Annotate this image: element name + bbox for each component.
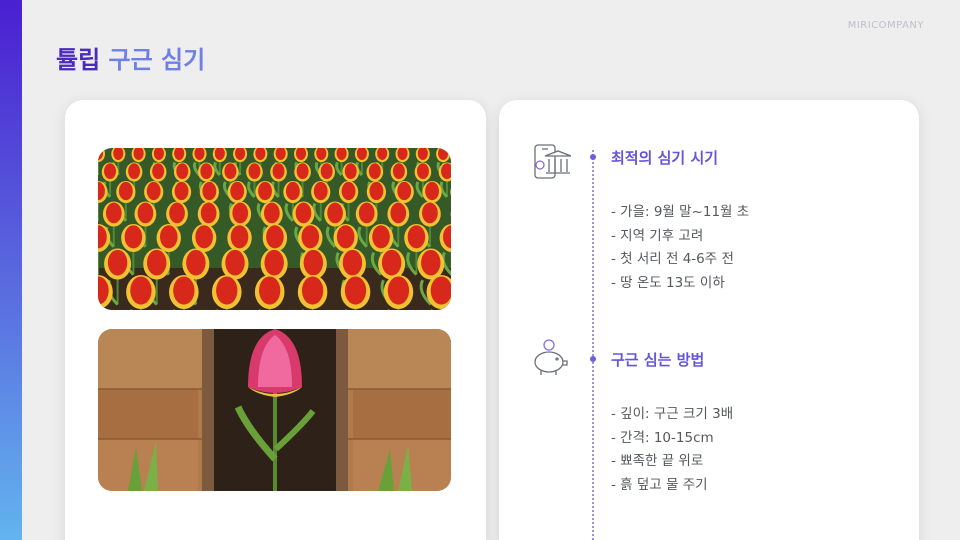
tulip-field-photo	[98, 148, 451, 310]
title-part-1: 튤립	[56, 46, 101, 74]
list-item: - 흙 덮고 물 주기	[611, 476, 708, 493]
list-item: - 첫 서리 전 4-6주 전	[611, 251, 734, 267]
piggy-bank-icon	[529, 337, 569, 377]
side-accent-bar	[0, 0, 22, 540]
image-card	[65, 100, 486, 540]
brand-label: MIRICOMPANY	[847, 20, 924, 31]
list-item: - 간격: 10-15cm	[611, 429, 714, 446]
slide-title: 튤립 구근 심기	[56, 40, 205, 75]
list-item: - 가을: 9월 말~11월 초	[611, 204, 750, 220]
list-item: - 뾰족한 끝 위로	[611, 453, 704, 469]
timeline-dot	[590, 154, 596, 160]
title-part-2: 구근 심기	[108, 46, 206, 74]
timing-list: - 가을: 9월 말~11월 초 - 지역 기후 고려 - 첫 서리 전 4-6…	[611, 201, 749, 295]
method-list: - 깊이: 구근 크기 3배 - 간격: 10-15cm - 뾰족한 끝 위로 …	[611, 403, 733, 497]
info-card: 최적의 심기 시기 - 가을: 9월 말~11월 초 - 지역 기후 고려 - …	[499, 100, 919, 540]
timeline-line	[592, 150, 594, 540]
list-item: - 땅 온도 13도 이하	[611, 274, 725, 291]
tulip-in-soil-photo	[98, 329, 451, 491]
timeline-dot	[590, 356, 596, 362]
list-item: - 깊이: 구근 크기 3배	[611, 406, 734, 422]
list-item: - 지역 기후 고려	[611, 227, 704, 244]
section-title-timing: 최적의 심기 시기	[611, 149, 719, 167]
section-title-method: 구근 심는 방법	[611, 351, 705, 369]
mobile-bank-icon	[531, 142, 572, 182]
